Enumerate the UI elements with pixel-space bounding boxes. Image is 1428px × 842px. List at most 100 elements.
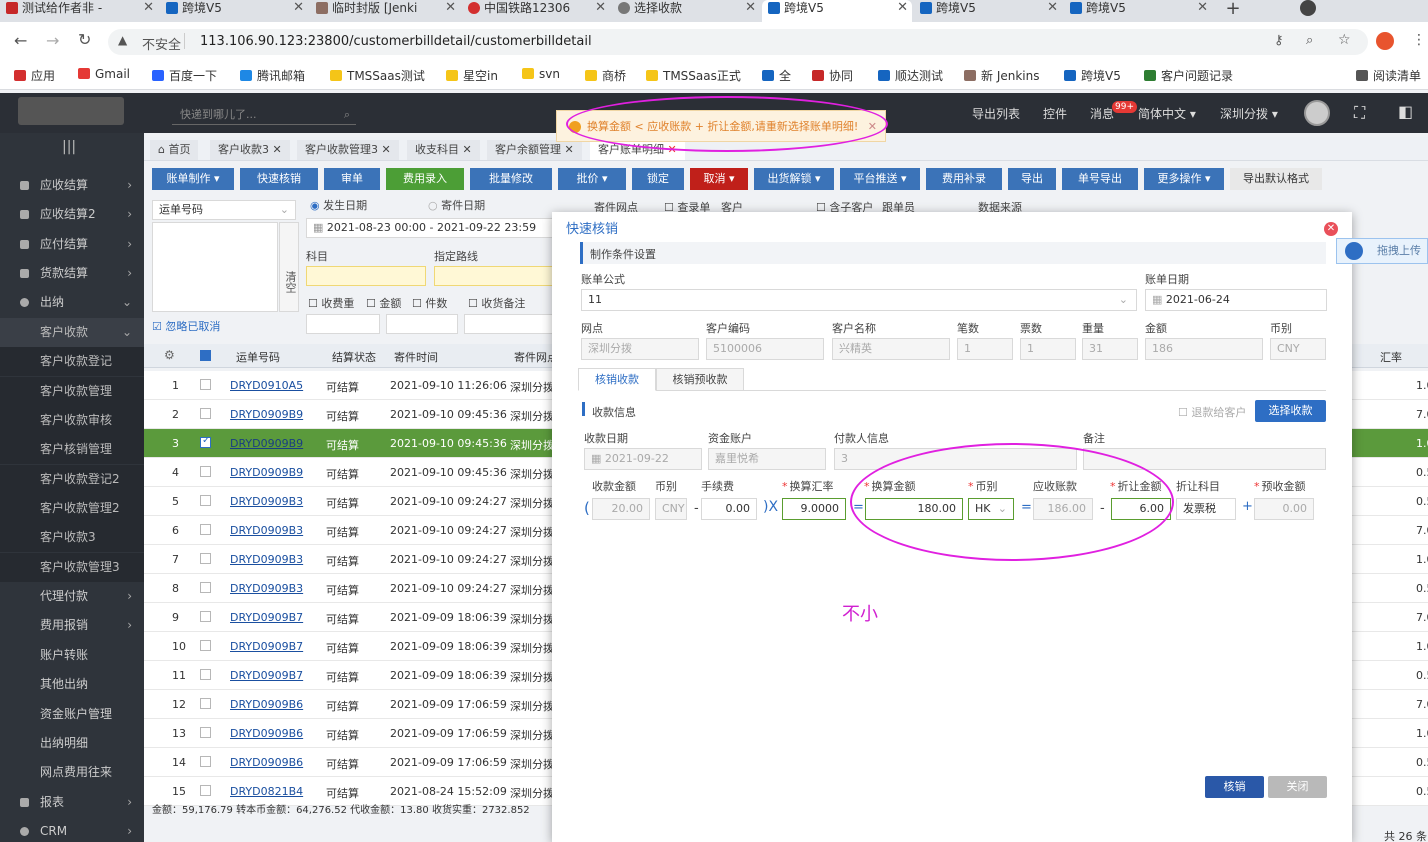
row-checkbox[interactable]: [200, 698, 211, 709]
tracking-search-input[interactable]: 快递到哪儿了... ⌕: [172, 105, 356, 125]
row-checkbox[interactable]: [200, 582, 211, 593]
platform-push-button[interactable]: 平台推送 ▾: [840, 168, 920, 190]
browser-tab-8[interactable]: 跨境V5 ✕: [1064, 0, 1212, 22]
sidebar-sub-10[interactable]: 费用报销 ›: [0, 611, 144, 640]
filter-input-3[interactable]: [464, 314, 554, 334]
amount-check[interactable]: ☐ 金额: [366, 295, 401, 311]
ship-date-radio[interactable]: ◉ 发生日期: [310, 197, 367, 213]
fee-input[interactable]: 0.00: [701, 498, 757, 520]
col-waybill[interactable]: 运单号码: [236, 349, 280, 365]
sidebar-sub-customer-receipt[interactable]: 客户收款 ⌄: [0, 318, 144, 347]
avatar[interactable]: [1304, 100, 1330, 126]
clear-button[interactable]: 清空: [279, 222, 299, 312]
bookmark-xietong[interactable]: 协同: [812, 67, 853, 84]
sidebar-sub-4[interactable]: 客户核销管理: [0, 435, 144, 464]
bookmark-issues[interactable]: 客户问题记录: [1144, 67, 1233, 84]
sidebar-item-goods[interactable]: 货款结算 ›: [0, 259, 144, 288]
drag-upload-badge[interactable]: 拖拽上传: [1336, 238, 1428, 264]
sidebar-item-receivable[interactable]: 应收结算 ›: [0, 171, 144, 200]
col-status[interactable]: 结算状态: [332, 349, 376, 365]
bookmark-svn[interactable]: svn: [522, 67, 560, 81]
subject-select[interactable]: [306, 266, 426, 286]
browser-tab-5[interactable]: 选择收款 ✕: [612, 0, 760, 22]
sidebar-item-crm[interactable]: CRM ›: [0, 817, 144, 842]
sidebar-sub-1[interactable]: 客户收款登记: [0, 347, 144, 376]
bookmark-kuajing[interactable]: 跨境V5: [1064, 67, 1121, 84]
back-icon[interactable]: ←: [14, 31, 27, 50]
bookmark-qqmail[interactable]: 腾讯邮箱: [240, 67, 305, 84]
url-box[interactable]: ▲ 不安全 113.106.90.123:23800/customerbilld…: [108, 29, 1368, 55]
filter-input-2[interactable]: [386, 314, 458, 334]
waybill-link[interactable]: DRYD0821B4: [230, 785, 303, 798]
filter-input-1[interactable]: [306, 314, 380, 334]
unlock-button[interactable]: 出货解锁 ▾: [754, 168, 834, 190]
sidebar-sub-12[interactable]: 其他出纳: [0, 670, 144, 699]
browser-tab-3[interactable]: 临时封版 [Jenki ✕: [310, 0, 460, 22]
audit-button[interactable]: 审单: [324, 168, 380, 190]
sidebar-item-cashier[interactable]: 出纳 ⌄: [0, 288, 144, 317]
tab-balance[interactable]: 客户余额管理 ✕: [487, 140, 582, 160]
row-checkbox[interactable]: [200, 640, 211, 651]
tab-subjects[interactable]: 收支科目 ✕: [407, 140, 480, 160]
tab-receipt-mgmt3[interactable]: 客户收款管理3 ✕: [297, 140, 399, 160]
number-export-button[interactable]: 单号导出: [1062, 168, 1138, 190]
bill-formula-select[interactable]: 11 ⌄: [581, 289, 1137, 311]
browser-tab-1[interactable]: 测试给作者非 - ✕: [0, 0, 158, 22]
fee-remark-check[interactable]: ☐ 收货备注: [468, 295, 525, 311]
close-tab-icon[interactable]: ✕: [1197, 0, 1208, 16]
close-tab-icon[interactable]: ✕: [293, 0, 304, 16]
ignore-cancel-check[interactable]: ☑ 忽略已取消: [152, 318, 220, 334]
waybill-textarea[interactable]: [152, 222, 278, 312]
extension-icon[interactable]: [1376, 32, 1394, 50]
sidebar-sub-15[interactable]: 网点费用往来: [0, 758, 144, 787]
close-tab-icon[interactable]: ✕: [897, 0, 908, 16]
zoom-icon[interactable]: ⌕: [1306, 33, 1313, 48]
browser-tab-4[interactable]: 中国铁路12306 ✕: [462, 0, 610, 22]
export-button[interactable]: 导出: [1008, 168, 1056, 190]
waybill-link[interactable]: DRYD0909B3: [230, 495, 303, 508]
sidebar-sub-7[interactable]: 客户收款3: [0, 523, 144, 552]
tab-search-icon[interactable]: [1300, 0, 1316, 16]
row-checkbox[interactable]: [200, 756, 211, 767]
close-tab-icon[interactable]: ✕: [745, 0, 756, 16]
waybill-link[interactable]: DRYD0909B3: [230, 524, 303, 537]
bookmark-baidu[interactable]: 百度一下: [152, 67, 217, 84]
browser-tab-7[interactable]: 跨境V5 ✕: [914, 0, 1062, 22]
row-checkbox[interactable]: [200, 379, 211, 390]
route-select[interactable]: [434, 266, 554, 286]
row-checkbox[interactable]: [200, 785, 211, 796]
waybill-link[interactable]: DRYD0909B3: [230, 553, 303, 566]
close-tab-icon[interactable]: ✕: [1047, 0, 1058, 16]
close-tab-icon[interactable]: ✕: [143, 0, 154, 16]
price-button[interactable]: 批价 ▾: [558, 168, 626, 190]
bookmark-apps[interactable]: 应用: [14, 67, 55, 84]
reload-icon[interactable]: ↻: [78, 30, 91, 49]
forward-icon[interactable]: →: [46, 31, 59, 50]
row-checkbox[interactable]: [200, 727, 211, 738]
fullscreen-icon[interactable]: ⛶: [1354, 103, 1365, 123]
bookmark-all[interactable]: 全: [762, 67, 791, 84]
sidebar-item-receivable2[interactable]: 应收结算2 ›: [0, 200, 144, 229]
lock-button[interactable]: 锁定: [632, 168, 684, 190]
bookmark-jenkins[interactable]: 新 Jenkins: [964, 67, 1039, 84]
bookmark-tms-test[interactable]: TMSSaas测试: [330, 67, 425, 84]
sidebar-toggle-icon[interactable]: |||: [62, 139, 76, 155]
sidebar-sub-2[interactable]: 客户收款管理: [0, 377, 144, 406]
tab-home[interactable]: ⌂ 首页: [150, 140, 199, 160]
cancel-button[interactable]: 取消 ▾: [690, 168, 748, 190]
export-list-link[interactable]: 导出列表: [972, 105, 1020, 122]
bookmark-shunda[interactable]: 顺达测试: [878, 67, 943, 84]
bookmark-tms-prod[interactable]: TMSSaas正式: [646, 67, 741, 84]
fee-received-check[interactable]: ☐ 收费重: [308, 295, 354, 311]
sidebar-sub-3[interactable]: 客户收款审核: [0, 406, 144, 435]
sidebar-sub-6[interactable]: 客户收款管理2: [0, 494, 144, 523]
select-all-checkbox[interactable]: [200, 350, 211, 361]
waybill-link[interactable]: DRYD0909B6: [230, 698, 303, 711]
waybill-link[interactable]: DRYD0909B9: [230, 466, 303, 479]
send-date-radio[interactable]: ○ 寄件日期: [428, 197, 485, 213]
waybill-link[interactable]: DRYD0909B7: [230, 611, 303, 624]
waybill-link[interactable]: DRYD0909B7: [230, 669, 303, 682]
modal-close-icon[interactable]: ✕: [1324, 222, 1338, 236]
waybill-link[interactable]: DRYD0909B7: [230, 640, 303, 653]
export-default-button[interactable]: 导出默认格式: [1230, 168, 1322, 190]
